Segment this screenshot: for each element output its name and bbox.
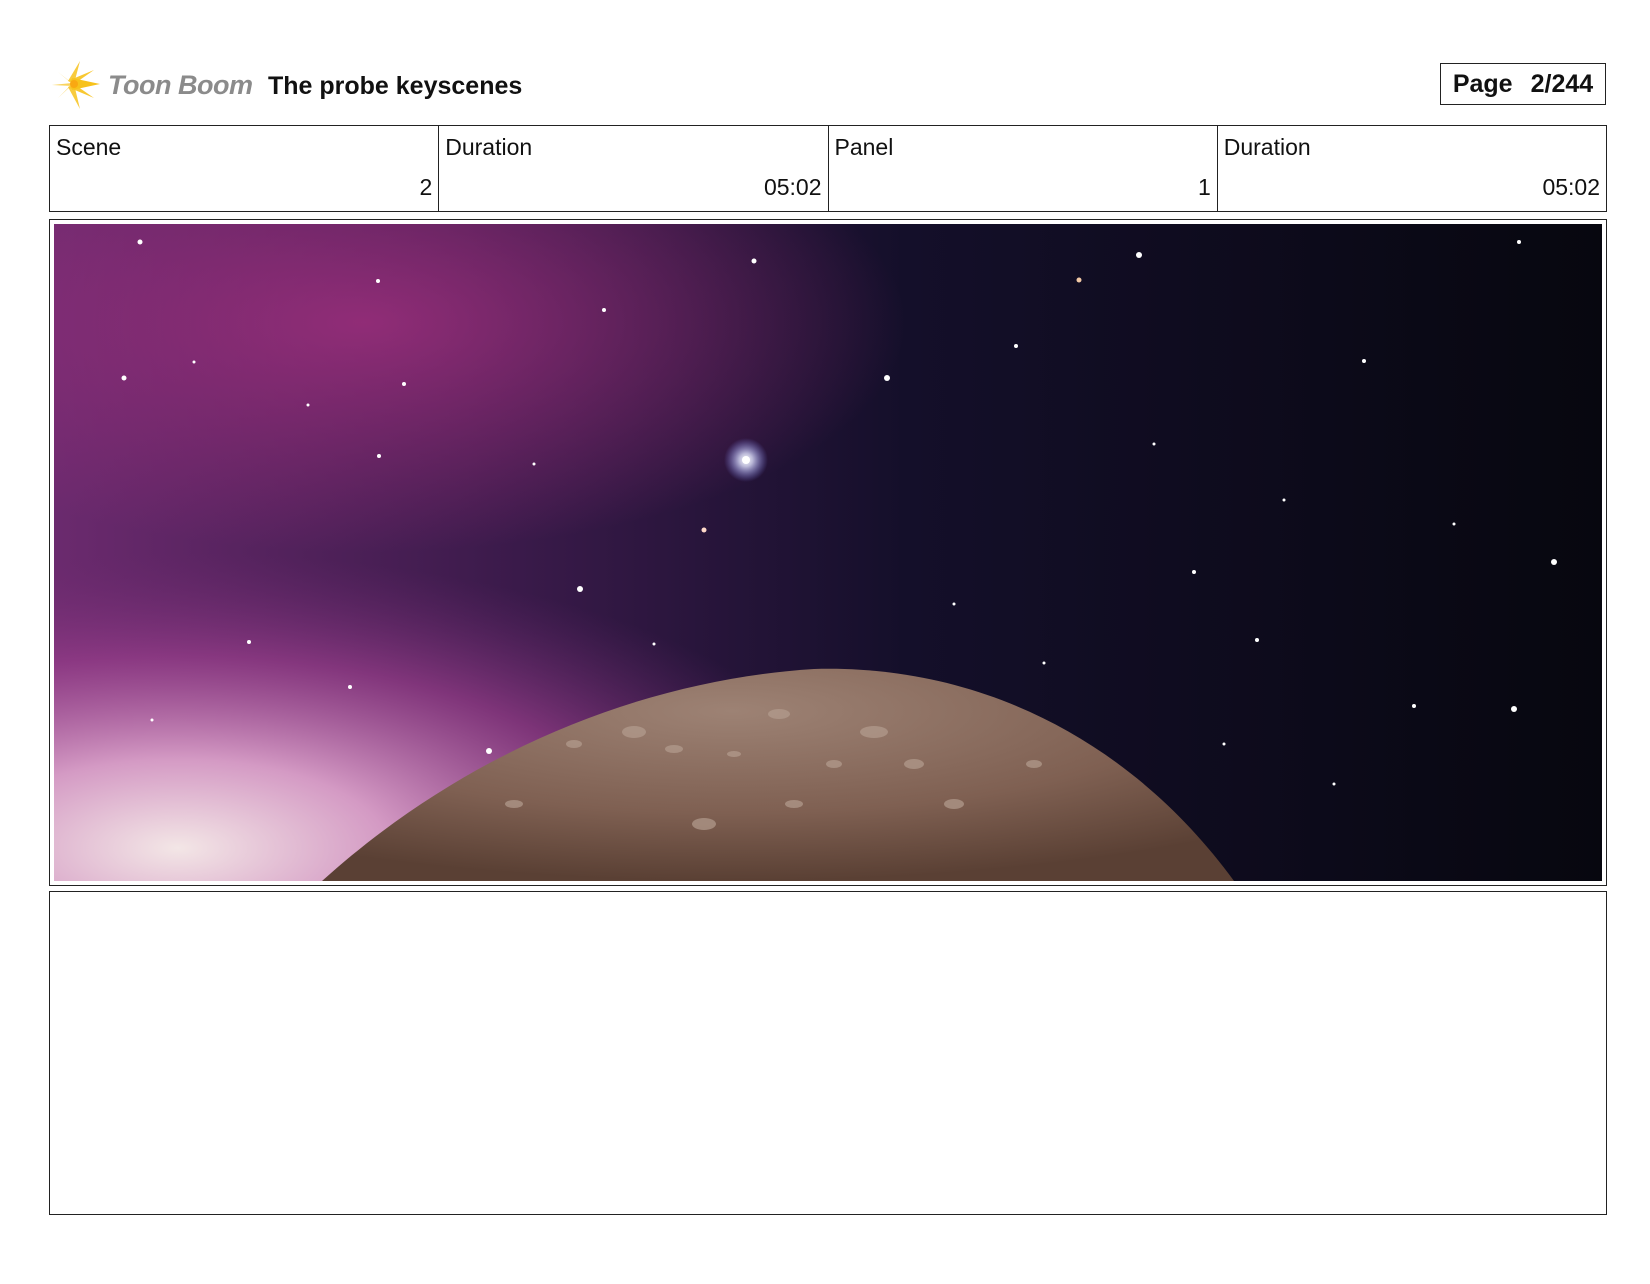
scene-label: Scene: [56, 134, 122, 160]
scene-value: 2: [419, 174, 433, 200]
page-indicator: Page 2/244: [1440, 63, 1606, 105]
page-header: Toon Boom The probe keyscenes Page 2/244: [50, 58, 1606, 112]
scene-cell: Scene 2: [50, 126, 440, 211]
panel-value: 1: [1197, 174, 1211, 200]
scene-info-table: Scene 2 Duration 05:02 Panel 1 Duration …: [49, 125, 1607, 212]
scene-duration-label: Duration: [445, 134, 533, 160]
scene-duration-cell: Duration 05:02: [439, 126, 829, 211]
panel-label: Panel: [834, 134, 894, 160]
panel-notes-area: [49, 891, 1607, 1215]
page-number: 2/244: [1530, 69, 1594, 98]
panel-artwork: [54, 224, 1602, 881]
storyboard-panel: [49, 219, 1607, 886]
starburst-logo-icon: [52, 61, 100, 109]
document-title: The probe keyscenes: [268, 72, 523, 100]
scene-duration-value: 05:02: [763, 174, 822, 200]
panel-duration-label: Duration: [1223, 134, 1311, 160]
panel-duration-cell: Duration 05:02: [1218, 126, 1606, 211]
panel-cell: Panel 1: [829, 126, 1218, 211]
page-label: Page: [1452, 69, 1513, 98]
brand-name: Toon Boom: [108, 70, 253, 100]
panel-duration-value: 05:02: [1542, 174, 1600, 200]
